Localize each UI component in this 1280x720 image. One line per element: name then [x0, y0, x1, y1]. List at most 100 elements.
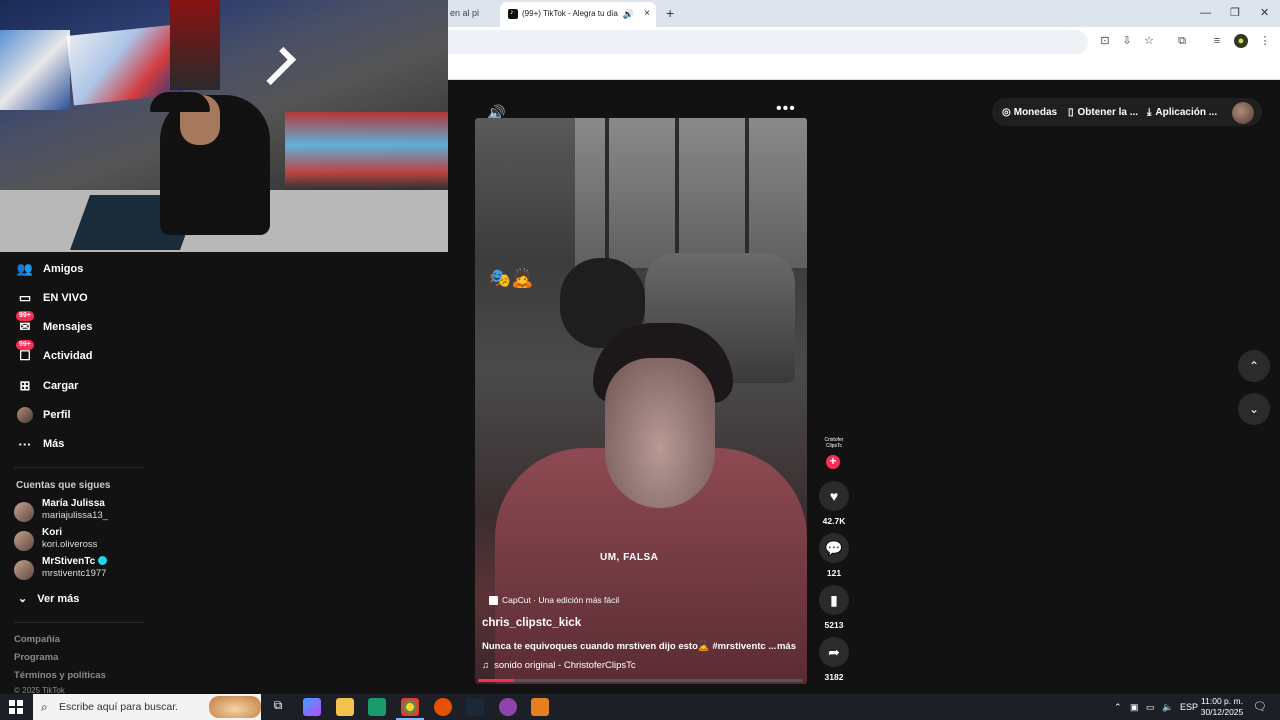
- coins-label: Monedas: [1013, 106, 1058, 118]
- install-app-icon[interactable]: ⇩: [1120, 34, 1134, 48]
- sidebar-item-actividad[interactable]: ☐ 99+ Actividad: [14, 340, 164, 368]
- comment-button[interactable]: 💬: [819, 533, 849, 563]
- sidebar-item-label: EN VIVO: [43, 292, 88, 304]
- browser-tabbar: en al pi (99+) TikTok - Alegra tu día 🔊 …: [448, 0, 1280, 27]
- footer-link-program[interactable]: Programa: [14, 652, 58, 663]
- taskbar-search-input[interactable]: ⌕ Escribe aquí para buscar.: [33, 694, 261, 720]
- account-name: MrStivenTc: [42, 556, 96, 567]
- volume-tray-icon[interactable]: 🔈: [1162, 694, 1173, 720]
- sidebar-item-label: Actividad: [43, 350, 93, 362]
- close-window-button[interactable]: ✕: [1260, 0, 1269, 27]
- network-icon[interactable]: ▭: [1146, 694, 1155, 720]
- tray-chevron-icon[interactable]: ⌃: [1114, 694, 1122, 720]
- download-icon: ⤓: [1147, 106, 1152, 118]
- sound-link[interactable]: ♫ sonido original - ChristoferClipsTc: [482, 660, 636, 671]
- steam-icon[interactable]: [466, 698, 484, 716]
- previous-video-button[interactable]: ⌃: [1238, 350, 1270, 382]
- profile-icon[interactable]: ●: [1234, 34, 1248, 48]
- following-account[interactable]: MrStivenTc mrstiventc1977: [14, 556, 164, 582]
- live-icon: ▭: [18, 290, 32, 305]
- capcut-icon: [489, 595, 498, 605]
- restore-button[interactable]: ❐: [1230, 0, 1240, 27]
- follow-plus-icon[interactable]: +: [826, 455, 840, 469]
- window-bar: [745, 118, 749, 268]
- sidebar-item-cargar[interactable]: ⊞ Cargar: [14, 374, 164, 398]
- search-placeholder: Escribe aquí para buscar.: [59, 701, 179, 713]
- windows-start-icon[interactable]: [9, 700, 23, 714]
- footer-link-terms[interactable]: Términos y políticas: [14, 670, 106, 681]
- menu-dots-icon[interactable]: ⋮: [1258, 34, 1272, 48]
- sidebar-item-mas[interactable]: ··· Más: [14, 432, 164, 456]
- notifications-icon[interactable]: 🗨: [1253, 694, 1267, 720]
- window-bar: [605, 118, 609, 268]
- share-count: 3182: [824, 672, 844, 682]
- next-video-button[interactable]: ⌄: [1238, 393, 1270, 425]
- app-icon[interactable]: [434, 698, 452, 716]
- application-button[interactable]: ⤓ Aplicación ...: [1147, 99, 1217, 125]
- media-control-icon[interactable]: ≡: [1210, 34, 1224, 48]
- following-account[interactable]: Kori kori.oliveross: [14, 527, 164, 553]
- sidebar-item-amigos[interactable]: 👥 Amigos: [14, 257, 164, 281]
- store-icon[interactable]: [368, 698, 386, 716]
- share-button[interactable]: ➦: [819, 637, 849, 667]
- capcut-link[interactable]: CapCut · Una edición más fácil: [489, 595, 619, 605]
- sound-label: sonido original - ChristoferClipsTc: [494, 660, 636, 671]
- minimize-button[interactable]: —: [1200, 0, 1211, 27]
- tab-tiktok[interactable]: (99+) TikTok - Alegra tu día 🔊 ×: [500, 1, 656, 27]
- sidebar: 👥 Amigos ▭ EN VIVO ✉ 99+ Mensajes ☐ 99+ Ac…: [0, 252, 170, 695]
- following-account[interactable]: María Julissa mariajulissa13_: [14, 498, 164, 524]
- chrome-icon[interactable]: [401, 698, 419, 716]
- video-description: Nunca te equivoques cuando mrstiven dijo…: [482, 641, 802, 652]
- like-count: 42.7K: [822, 516, 846, 526]
- file-explorer-icon[interactable]: [336, 698, 354, 716]
- bookmark-star-icon[interactable]: ☆: [1142, 34, 1156, 48]
- sidebar-item-mensajes[interactable]: ✉ 99+ Mensajes: [14, 311, 164, 339]
- window-bar: [675, 118, 679, 268]
- task-view-icon[interactable]: ⧉: [269, 698, 287, 716]
- coins-icon: ◎: [1002, 106, 1011, 118]
- video-progress-bar[interactable]: [478, 679, 803, 682]
- get-app-button[interactable]: ▯ Obtener la ...: [1068, 99, 1138, 125]
- extensions-icon[interactable]: ⧉: [1175, 34, 1189, 48]
- translate-icon[interactable]: ⊡: [1098, 34, 1112, 48]
- save-button[interactable]: ▮: [819, 585, 849, 615]
- tab-previous[interactable]: en al pi: [448, 0, 498, 27]
- coins-button[interactable]: ◎ Monedas: [1002, 99, 1057, 125]
- address-bar[interactable]: [448, 30, 1088, 54]
- music-note-icon: ♫: [482, 660, 490, 671]
- verified-icon: [98, 556, 108, 565]
- video-player[interactable]: 🎭🙇 UM, FALSA CapCut · Una edición más fá…: [475, 118, 807, 684]
- tab-close-icon[interactable]: ×: [644, 2, 650, 26]
- tray-app-icon[interactable]: ▣: [1130, 694, 1139, 720]
- avatar: [14, 531, 34, 551]
- more-link[interactable]: más: [777, 641, 796, 652]
- account-handle: kori.oliveross: [42, 539, 98, 550]
- search-highlight-art: [209, 696, 261, 718]
- new-tab-button[interactable]: +: [666, 0, 674, 27]
- divider: [14, 622, 144, 623]
- divider: [14, 467, 144, 468]
- user-avatar[interactable]: [1232, 102, 1254, 124]
- app-icon[interactable]: [531, 698, 549, 716]
- chevron-down-icon: ⌄: [1248, 402, 1260, 416]
- tab-title: (99+) TikTok - Alegra tu día: [522, 9, 618, 18]
- copilot-icon[interactable]: [303, 698, 321, 716]
- footer-link-company[interactable]: Compañía: [14, 634, 60, 645]
- see-more-button[interactable]: ⌄ Ver más: [18, 592, 79, 605]
- sidebar-item-label: Amigos: [43, 263, 84, 275]
- like-button[interactable]: ♥: [819, 481, 849, 511]
- video-author[interactable]: chris_clipstc_kick: [482, 617, 581, 629]
- streamer-cap: [150, 92, 210, 112]
- share-icon: ➦: [828, 643, 840, 660]
- heart-icon: ♥: [829, 488, 839, 504]
- clock[interactable]: 11:00 p. m. 30/12/2025: [1196, 696, 1248, 718]
- sidebar-item-en-vivo[interactable]: ▭ EN VIVO: [14, 286, 164, 310]
- video-caption: UM, FALSA: [600, 552, 659, 563]
- tab-audio-icon[interactable]: 🔊: [623, 2, 634, 26]
- sidebar-item-perfil[interactable]: Perfil: [14, 403, 164, 427]
- app-icon[interactable]: [499, 698, 517, 716]
- more-options-icon[interactable]: •••: [776, 100, 796, 118]
- account-name: María Julissa: [42, 498, 105, 509]
- description-text: Nunca te equivoques cuando mrstiven dijo…: [482, 641, 777, 652]
- emoji-sticker: 🎭🙇: [489, 268, 534, 288]
